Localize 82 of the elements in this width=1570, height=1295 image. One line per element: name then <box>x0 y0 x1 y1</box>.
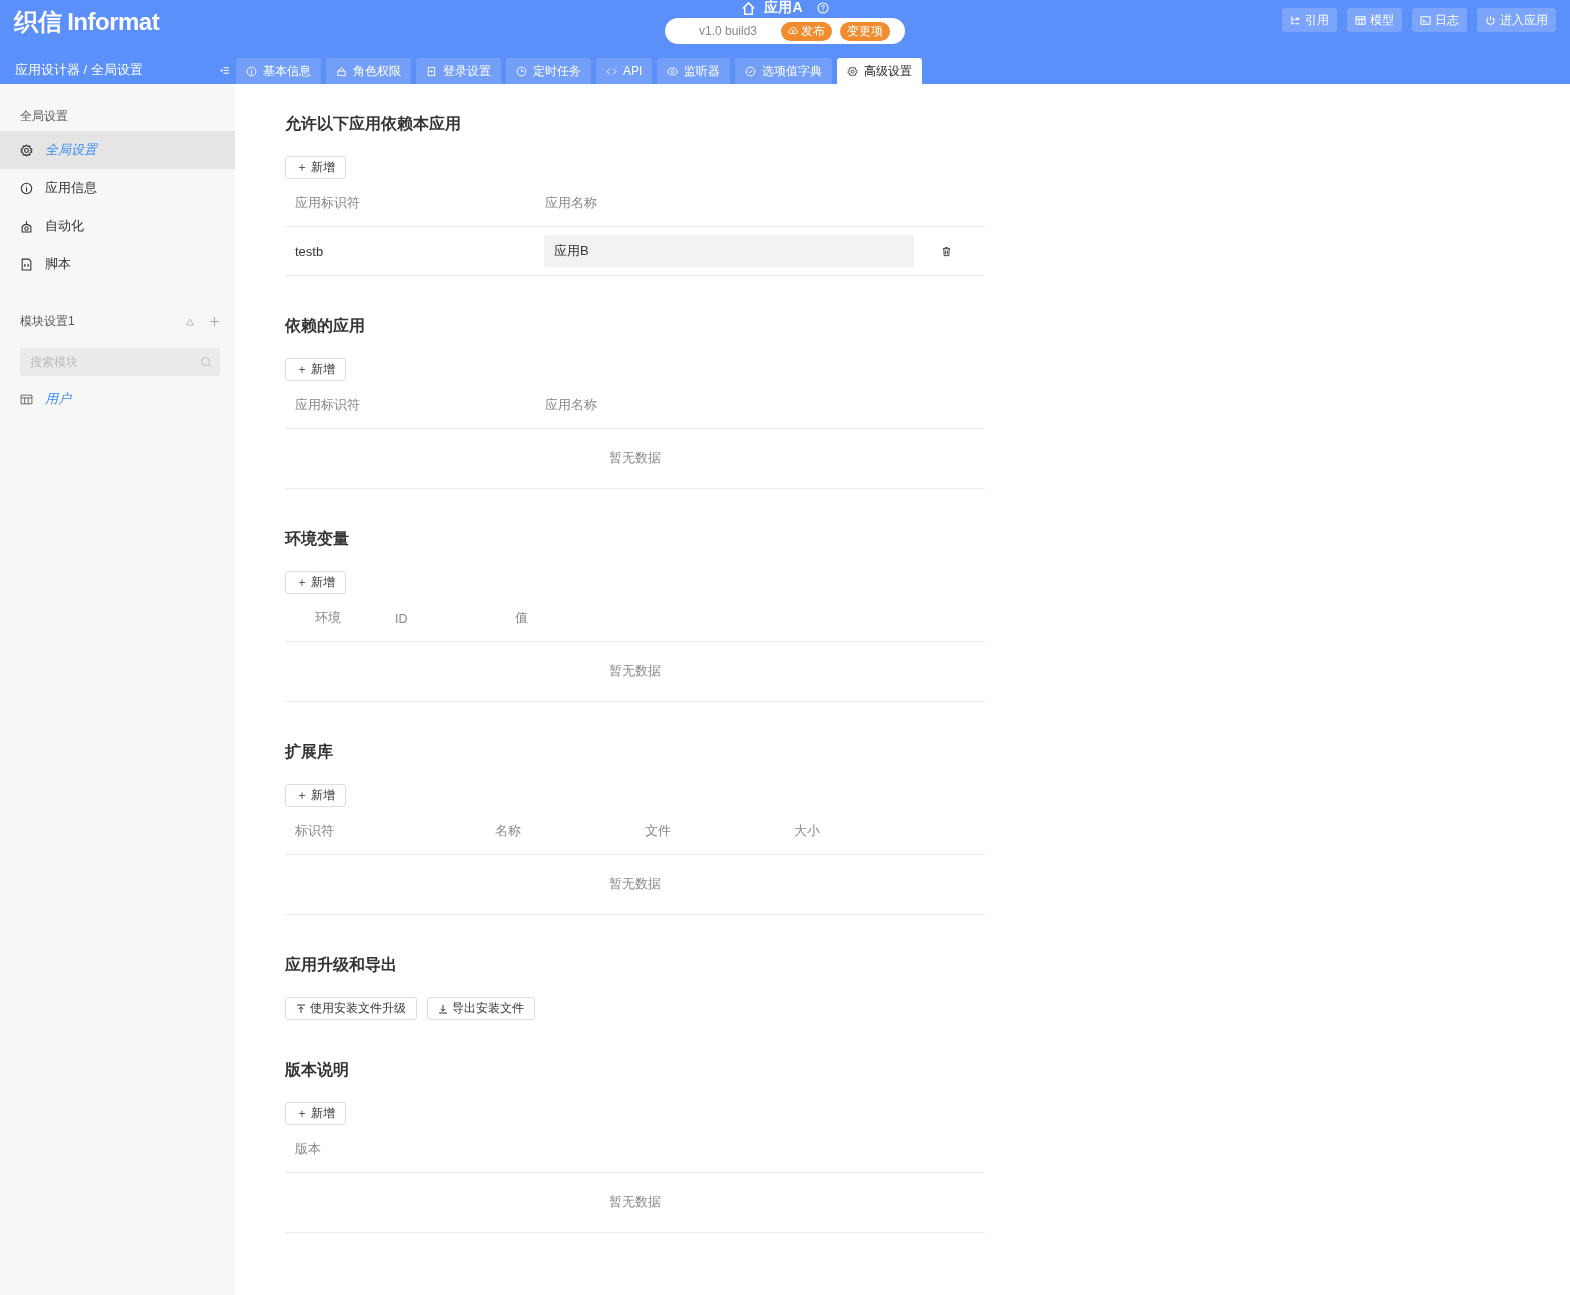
add-button[interactable]: ＋ 新增 <box>285 1102 347 1125</box>
column-header: 应用名称 <box>545 195 598 212</box>
changes-button[interactable]: 变更项 <box>840 21 891 41</box>
robot-icon <box>20 219 33 233</box>
lock-icon <box>336 65 347 77</box>
publish-button[interactable]: 发布 <box>781 21 833 41</box>
tab[interactable]: 登录设置 <box>416 58 501 84</box>
eye-icon <box>667 65 679 77</box>
name-field[interactable]: 应用B <box>544 235 914 267</box>
column-header: 名称 <box>495 823 522 840</box>
section-title: 应用升级和导出 <box>285 955 398 975</box>
table-icon <box>1355 14 1366 26</box>
header-button[interactable]: 引用 <box>1282 8 1337 32</box>
add-icon[interactable] <box>209 316 220 327</box>
tab[interactable]: 定时任务 <box>506 58 591 84</box>
module-item[interactable]: 用户 <box>0 386 235 412</box>
sort-icon[interactable] <box>185 316 195 327</box>
login-icon <box>426 65 437 77</box>
empty-text: 暂无数据 <box>609 1194 661 1211</box>
add-button[interactable]: ＋ 新增 <box>285 784 347 807</box>
clock-icon <box>516 65 527 77</box>
tab[interactable]: 角色权限 <box>326 58 411 84</box>
tab[interactable]: 监听器 <box>657 58 731 84</box>
sidebar-item[interactable]: 应用信息 <box>0 169 235 207</box>
info-icon <box>246 65 257 77</box>
info-icon <box>20 181 33 195</box>
terminal-icon <box>1420 14 1431 26</box>
script-icon <box>20 257 33 271</box>
section-title: 依赖的应用 <box>285 316 366 336</box>
cloud-upload-icon <box>788 26 799 36</box>
download-icon <box>438 1003 448 1014</box>
settings-icon <box>20 143 33 157</box>
column-header: ID <box>395 611 409 626</box>
column-header: 文件 <box>645 823 672 840</box>
column-header: 版本 <box>295 1141 322 1158</box>
tab[interactable]: 选项值字典 <box>735 58 833 84</box>
table-cell-text: testb <box>295 243 325 259</box>
add-button[interactable]: ＋ 新增 <box>285 571 347 594</box>
header-button[interactable]: 日志 <box>1412 8 1467 32</box>
sidebar-item[interactable]: 脚本 <box>0 245 235 283</box>
version-label: v1.0 build3 <box>699 24 758 38</box>
column-header: 环境 <box>315 610 342 627</box>
upload-icon <box>296 1003 306 1014</box>
module-heading: 模块设置1 <box>20 313 75 330</box>
action-button[interactable]: 使用安装文件升级 <box>285 997 417 1020</box>
column-header: 大小 <box>794 823 821 840</box>
app-title: 应用A <box>764 0 803 17</box>
delete-icon[interactable] <box>941 245 952 257</box>
column-header: 应用标识符 <box>295 397 361 414</box>
tab[interactable]: 高级设置 <box>837 58 923 84</box>
power-icon <box>1485 14 1496 26</box>
section-title: 环境变量 <box>285 529 350 549</box>
tab[interactable]: API <box>596 58 653 84</box>
tab[interactable]: 基本信息 <box>236 58 321 84</box>
search-icon <box>200 356 212 368</box>
settings-icon <box>847 65 859 77</box>
section-title: 版本说明 <box>285 1060 350 1080</box>
column-header: 应用名称 <box>545 397 598 414</box>
header-button[interactable]: 模型 <box>1347 8 1402 32</box>
empty-text: 暂无数据 <box>609 663 661 680</box>
column-header: 标识符 <box>295 823 335 840</box>
tree-icon <box>1290 14 1301 26</box>
add-button[interactable]: ＋ 新增 <box>285 156 347 179</box>
add-button[interactable]: ＋ 新增 <box>285 358 347 381</box>
home-icon[interactable] <box>741 0 757 16</box>
sidebar-item[interactable]: 自动化 <box>0 207 235 245</box>
help-icon[interactable] <box>816 2 829 14</box>
action-button[interactable]: 导出安装文件 <box>427 997 535 1020</box>
column-header: 应用标识符 <box>295 195 361 212</box>
column-header: 值 <box>515 610 529 627</box>
table-icon <box>20 392 33 406</box>
empty-text: 暂无数据 <box>609 450 661 467</box>
sidebar-item[interactable]: 全局设置 <box>0 131 235 169</box>
breadcrumb: 应用设计器 / 全局设置 <box>15 61 143 79</box>
section-title: 允许以下应用依赖本应用 <box>285 114 462 134</box>
empty-text: 暂无数据 <box>609 876 661 893</box>
check-circle-icon <box>745 65 757 77</box>
collapse-icon[interactable] <box>219 65 230 75</box>
logo: 织信 Informat <box>12 7 160 37</box>
sidebar-heading: 全局设置 <box>19 108 69 125</box>
header-button[interactable]: 进入应用 <box>1477 8 1556 32</box>
section-title: 扩展库 <box>285 742 334 762</box>
